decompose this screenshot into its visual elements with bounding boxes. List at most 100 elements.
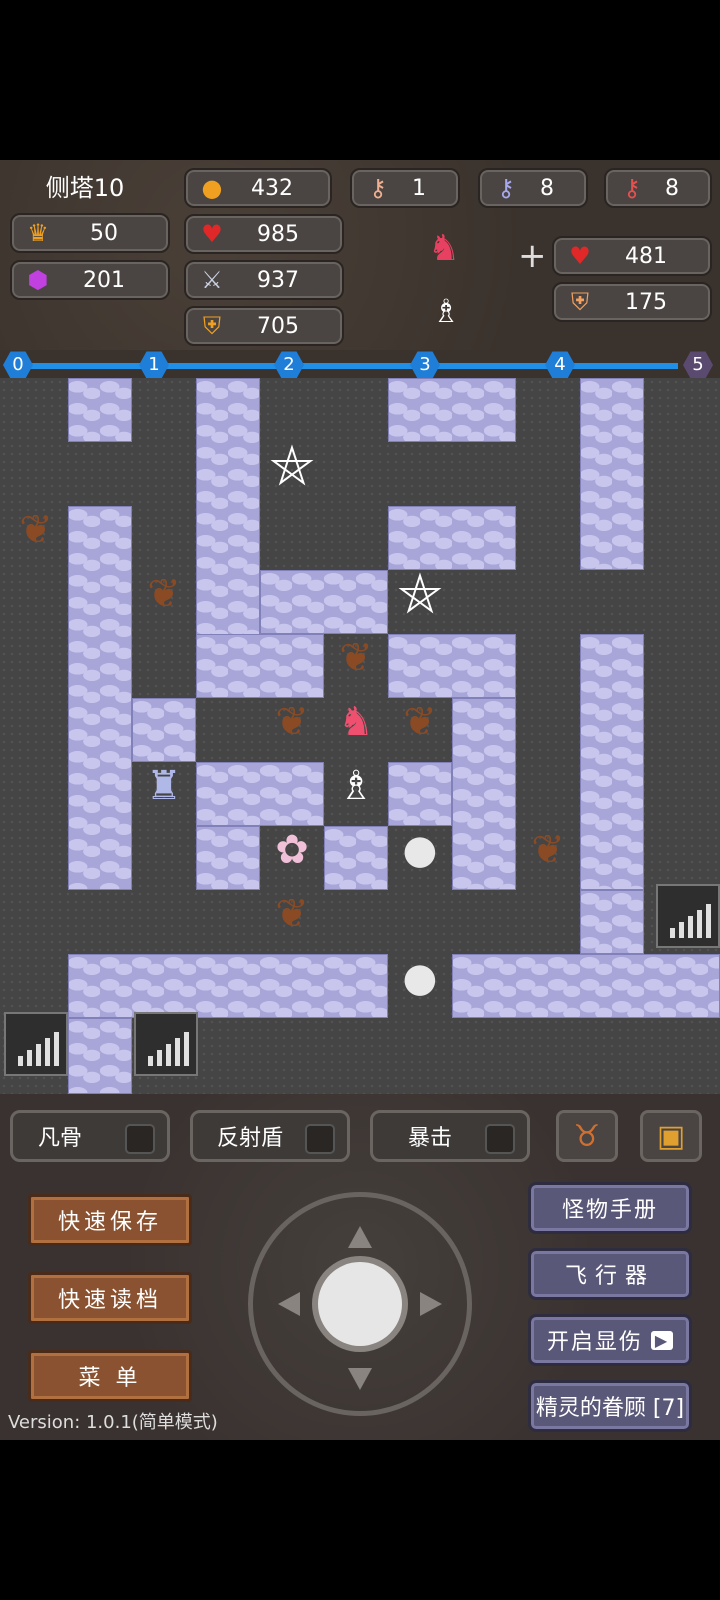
ally-def-value: 175 [625, 289, 667, 315]
skill-checkbox[interactable] [305, 1124, 335, 1154]
floor-node-5[interactable]: 5 [683, 351, 713, 379]
crown-icon: ♛ [27, 219, 49, 247]
vine-monster-icon[interactable]: ❦ [260, 690, 324, 754]
skill-checkbox[interactable] [125, 1124, 155, 1154]
gold-value: 432 [251, 175, 293, 201]
wall [196, 762, 324, 826]
vine-monster-icon[interactable]: ❦ [4, 498, 68, 562]
skill-label: 凡骨 [37, 1126, 82, 1151]
arrow-left-icon[interactable] [278, 1292, 300, 1316]
floor-node-3[interactable]: 3 [410, 351, 440, 379]
wall [196, 826, 260, 890]
skill-reflect-shield[interactable]: 反射盾 [190, 1110, 350, 1162]
hp-value: 985 [257, 221, 299, 247]
red-key-icon: ⚷ [623, 174, 641, 202]
menu-button[interactable]: 菜 单 [28, 1350, 192, 1402]
shield-icon: ⛨ [203, 312, 221, 340]
skill-critical[interactable]: 暴击 [370, 1110, 530, 1162]
level-pill: ♛ 50 [10, 213, 170, 253]
wall [388, 506, 516, 570]
pentagram-icon[interactable]: ⛤ [260, 434, 324, 498]
show-damage-label: 开启显伤 [546, 1330, 643, 1355]
show-damage-button[interactable]: 开启显伤 ▶ [528, 1314, 692, 1366]
heart-icon: ♥ [569, 242, 591, 270]
wall [388, 634, 516, 698]
shield-icon: ⛨ [571, 288, 589, 316]
vine-monster-icon[interactable]: ❦ [260, 882, 324, 946]
money-bag-icon: ♉ [573, 1118, 601, 1154]
wall [452, 698, 516, 890]
hp-pill: ♥ 985 [184, 214, 344, 254]
vine-monster-icon[interactable]: ❦ [324, 626, 388, 690]
wall [68, 954, 388, 1018]
skill-fangu[interactable]: 凡骨 [10, 1110, 170, 1162]
skill-label: 暴击 [407, 1126, 452, 1151]
blue-key-pill: ⚷ 8 [478, 168, 588, 208]
wall [580, 890, 644, 954]
wall [324, 826, 388, 890]
red-key-pill: ⚷ 8 [604, 168, 712, 208]
heart-icon: ♥ [201, 220, 223, 248]
plus-sign: + [518, 236, 547, 276]
status-bar-area [0, 0, 720, 160]
skill-checkbox[interactable] [485, 1124, 515, 1154]
floor-node-4[interactable]: 4 [545, 351, 575, 379]
attack-pill: ⚔ 937 [184, 260, 344, 300]
gem-icon: ⬢ [27, 266, 49, 294]
floor-node-2[interactable]: 2 [274, 351, 304, 379]
blue-key-icon: ⚷ [497, 174, 515, 202]
vine-monster-icon[interactable]: ❦ [388, 690, 452, 754]
ally-fairy-icon[interactable]: ♗ [324, 754, 388, 818]
navigation-bar-area [0, 1440, 720, 1600]
treasure-chest-button[interactable]: ▣ [640, 1110, 702, 1162]
floor-track: 0 1 2 3 4 5 [0, 350, 720, 380]
quick-load-button[interactable]: 快速读档 [28, 1272, 192, 1324]
wall [260, 570, 388, 634]
arrow-right-icon[interactable] [420, 1292, 442, 1316]
wall [388, 762, 452, 826]
wall [452, 954, 720, 1018]
wall [388, 378, 516, 442]
floor-node-1[interactable]: 1 [139, 351, 169, 379]
ally-hp-value: 481 [625, 243, 667, 269]
yellow-key-pill: ⚷ 1 [350, 168, 460, 208]
sword-icon: ⚔ [201, 266, 223, 294]
white-slime-icon[interactable]: ● [388, 946, 452, 1010]
armor-statue-icon[interactable]: ♜ [132, 754, 196, 818]
stairs-icon[interactable] [134, 1012, 198, 1076]
treasure-chest-icon: ▣ [656, 1118, 686, 1154]
vine-monster-icon[interactable]: ❦ [516, 818, 580, 882]
gem-pill: ⬢ 201 [10, 260, 170, 300]
hero-icon[interactable]: ♞ [324, 690, 388, 754]
fairy-npc-icon[interactable]: ✿ [260, 818, 324, 882]
vine-monster-icon[interactable]: ❦ [132, 562, 196, 626]
red-key-value: 8 [665, 175, 679, 201]
floor-node-0[interactable]: 0 [3, 351, 33, 379]
monster-book-button[interactable]: 怪物手册 [528, 1182, 692, 1234]
white-slime-icon[interactable]: ● [388, 818, 452, 882]
track-line [18, 363, 678, 369]
money-bag-button[interactable]: ♉ [556, 1110, 618, 1162]
stairs-icon[interactable] [4, 1012, 68, 1076]
arrow-up-icon[interactable] [348, 1226, 372, 1248]
wall [132, 698, 196, 762]
ally-def-pill: ⛨ 175 [552, 282, 712, 322]
wall [68, 506, 132, 890]
wall [580, 634, 644, 890]
pentagram-icon[interactable]: ⛤ [388, 562, 452, 626]
skill-label: 反射盾 [216, 1126, 283, 1151]
ally-hp-pill: ♥ 481 [552, 236, 712, 276]
blue-key-value: 8 [540, 175, 554, 201]
fly-button[interactable]: 飞行器 [528, 1248, 692, 1300]
spirit-favor-button[interactable]: 精灵的眷顾 [7] [528, 1380, 692, 1432]
joystick-knob[interactable] [318, 1262, 402, 1346]
level-value: 50 [90, 220, 118, 246]
wall [68, 378, 132, 442]
defense-value: 705 [257, 313, 299, 339]
coin-icon: ● [201, 174, 223, 202]
arrow-down-icon[interactable] [348, 1368, 372, 1390]
quick-save-button[interactable]: 快速保存 [28, 1194, 192, 1246]
game-map[interactable]: ⛤ ⛤ ❦ ❦ ❦ ❦ ❦ ❦ ❦ ♞ ♗ ♜ ✿ ● ● [0, 378, 720, 1094]
wall [196, 634, 324, 698]
stairs-icon[interactable] [656, 884, 720, 948]
